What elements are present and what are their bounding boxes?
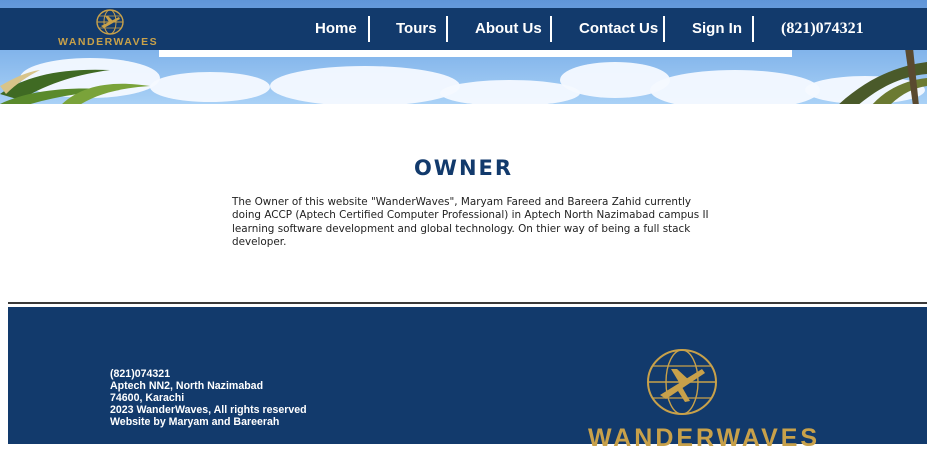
- palm-leaves-left: [0, 69, 150, 104]
- page-title: OWNER: [413, 156, 514, 180]
- nav-contact-us[interactable]: Contact Us: [579, 8, 658, 50]
- footer-address: Aptech NN2, North Nazimabad: [110, 380, 264, 392]
- footer-brand-name: WANDERWAVES: [588, 424, 821, 452]
- brand-logo[interactable]: WANDERWAVES: [58, 8, 170, 50]
- globe-airplane-icon: [647, 349, 717, 415]
- cloud: [650, 70, 820, 104]
- owner-description: The Owner of this website "WanderWaves",…: [232, 196, 709, 249]
- nav-sign-in[interactable]: Sign In: [692, 8, 742, 50]
- banner-strip: [159, 50, 792, 57]
- nav-separator: [368, 16, 370, 42]
- nav-tours[interactable]: Tours: [396, 8, 437, 50]
- palm-leaves-right: [839, 48, 927, 104]
- footer-phone: (821)074321: [110, 368, 171, 380]
- footer-copyright: 2023 WanderWaves, All rights reserved: [110, 404, 307, 416]
- nav-separator: [752, 16, 754, 42]
- header-phone[interactable]: (821)074321: [781, 8, 864, 50]
- footer-contact-info: (821)074321 Aptech NN2, North Nazimabad …: [110, 368, 307, 428]
- footer-city: 74600, Karachi: [110, 392, 185, 404]
- nav-separator: [550, 16, 552, 42]
- nav-separator: [446, 16, 448, 42]
- nav-home[interactable]: Home: [315, 8, 357, 50]
- section-divider: [8, 302, 927, 304]
- footer-credits: Website by Maryam and Bareerah: [110, 416, 280, 428]
- brand-name: WANDERWAVES: [58, 36, 159, 48]
- cloud: [270, 66, 460, 104]
- nav-separator: [663, 16, 665, 42]
- footer: (821)074321 Aptech NN2, North Nazimabad …: [8, 307, 927, 452]
- cloud: [440, 80, 580, 104]
- globe-airplane-icon: [96, 9, 124, 35]
- top-navbar: WANDERWAVES Home Tours About Us Contact …: [0, 8, 927, 50]
- nav-about-us[interactable]: About Us: [475, 8, 542, 50]
